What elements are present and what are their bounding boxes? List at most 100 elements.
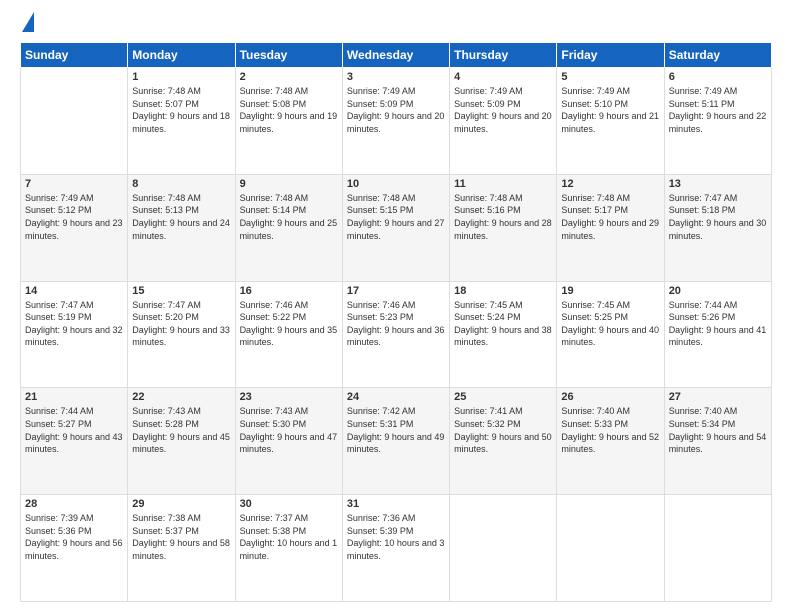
day-number: 5 [561, 71, 659, 83]
day-number: 7 [25, 178, 123, 190]
day-info: Sunrise: 7:47 AMSunset: 5:19 PMDaylight:… [25, 299, 123, 349]
day-cell: 31 Sunrise: 7:36 AMSunset: 5:39 PMDayligh… [342, 495, 449, 602]
day-number: 4 [454, 71, 552, 83]
weekday-header-monday: Monday [128, 43, 235, 68]
day-number: 17 [347, 285, 445, 297]
day-number: 20 [669, 285, 767, 297]
day-info: Sunrise: 7:43 AMSunset: 5:28 PMDaylight:… [132, 405, 230, 455]
day-cell: 30Sunrise: 7:37 AMSunset: 5:38 PMDayligh… [235, 495, 342, 602]
header [20, 16, 772, 32]
day-number: 13 [669, 178, 767, 190]
day-info: Sunrise: 7:40 AMSunset: 5:33 PMDaylight:… [561, 405, 659, 455]
day-cell: 26 Sunrise: 7:40 AMSunset: 5:33 PMDayligh… [557, 388, 664, 495]
day-number: 24 [347, 391, 445, 403]
day-number: 27 [669, 391, 767, 403]
day-cell: 5Sunrise: 7:49 AMSunset: 5:10 PMDaylight… [557, 68, 664, 175]
day-info: Sunrise: 7:42 AMSunset: 5:31 PMDaylight:… [347, 405, 445, 455]
day-number: 15 [132, 285, 230, 297]
day-cell [21, 68, 128, 175]
day-cell: 29Sunrise: 7:38 AMSunset: 5:37 PMDayligh… [128, 495, 235, 602]
page: SundayMondayTuesdayWednesdayThursdayFrid… [0, 0, 792, 612]
week-row-4: 28Sunrise: 7:39 AMSunset: 5:36 PMDayligh… [21, 495, 772, 602]
day-number: 14 [25, 285, 123, 297]
weekday-header-thursday: Thursday [450, 43, 557, 68]
day-cell: 8 Sunrise: 7:48 AMSunset: 5:13 PMDaylight… [128, 174, 235, 281]
day-number: 25 [454, 391, 552, 403]
day-number: 19 [561, 285, 659, 297]
day-number: 26 [561, 391, 659, 403]
day-number: 16 [240, 285, 338, 297]
logo [20, 16, 34, 32]
day-cell: 14 Sunrise: 7:47 AMSunset: 5:19 PMDayligh… [21, 281, 128, 388]
day-info: Sunrise: 7:49 AMSunset: 5:09 PMDaylight:… [454, 85, 552, 135]
day-number: 11 [454, 178, 552, 190]
day-info: Sunrise: 7:40 AMSunset: 5:34 PMDaylight:… [669, 405, 767, 455]
week-row-0: 1 Sunrise: 7:48 AMSunset: 5:07 PMDaylight… [21, 68, 772, 175]
day-cell: 4 Sunrise: 7:49 AMSunset: 5:09 PMDaylight… [450, 68, 557, 175]
day-cell: 9 Sunrise: 7:48 AMSunset: 5:14 PMDaylight… [235, 174, 342, 281]
day-cell: 19 Sunrise: 7:45 AMSunset: 5:25 PMDayligh… [557, 281, 664, 388]
day-cell: 28Sunrise: 7:39 AMSunset: 5:36 PMDayligh… [21, 495, 128, 602]
day-cell [450, 495, 557, 602]
day-number: 6 [669, 71, 767, 83]
week-row-2: 14 Sunrise: 7:47 AMSunset: 5:19 PMDayligh… [21, 281, 772, 388]
day-number: 22 [132, 391, 230, 403]
day-number: 29 [132, 498, 230, 510]
day-cell: 17 Sunrise: 7:46 AMSunset: 5:23 PMDayligh… [342, 281, 449, 388]
day-info: Sunrise: 7:45 AMSunset: 5:25 PMDaylight:… [561, 299, 659, 349]
weekday-header-tuesday: Tuesday [235, 43, 342, 68]
day-info: Sunrise: 7:47 AMSunset: 5:20 PMDaylight:… [132, 299, 230, 349]
day-number: 21 [25, 391, 123, 403]
day-info: Sunrise: 7:48 AMSunset: 5:07 PMDaylight:… [132, 85, 230, 135]
day-info: Sunrise: 7:48 AMSunset: 5:14 PMDaylight:… [240, 192, 338, 242]
day-cell: 6Sunrise: 7:49 AMSunset: 5:11 PMDaylight… [664, 68, 771, 175]
logo-triangle-icon [22, 12, 34, 32]
day-cell [557, 495, 664, 602]
week-row-1: 7 Sunrise: 7:49 AMSunset: 5:12 PMDaylight… [21, 174, 772, 281]
day-number: 10 [347, 178, 445, 190]
day-cell: 11Sunrise: 7:48 AMSunset: 5:16 PMDayligh… [450, 174, 557, 281]
day-cell: 15 Sunrise: 7:47 AMSunset: 5:20 PMDayligh… [128, 281, 235, 388]
day-number: 3 [347, 71, 445, 83]
day-number: 8 [132, 178, 230, 190]
day-cell: 18 Sunrise: 7:45 AMSunset: 5:24 PMDayligh… [450, 281, 557, 388]
day-info: Sunrise: 7:46 AMSunset: 5:22 PMDaylight:… [240, 299, 338, 349]
day-cell: 7 Sunrise: 7:49 AMSunset: 5:12 PMDaylight… [21, 174, 128, 281]
day-info: Sunrise: 7:47 AMSunset: 5:18 PMDaylight:… [669, 192, 767, 242]
day-cell: 1 Sunrise: 7:48 AMSunset: 5:07 PMDaylight… [128, 68, 235, 175]
day-cell [664, 495, 771, 602]
day-cell: 12 Sunrise: 7:48 AMSunset: 5:17 PMDayligh… [557, 174, 664, 281]
weekday-header-saturday: Saturday [664, 43, 771, 68]
calendar-body: 1 Sunrise: 7:48 AMSunset: 5:07 PMDaylight… [21, 68, 772, 602]
day-info: Sunrise: 7:39 AMSunset: 5:36 PMDaylight:… [25, 512, 123, 562]
day-cell: 21 Sunrise: 7:44 AMSunset: 5:27 PMDayligh… [21, 388, 128, 495]
calendar-table: SundayMondayTuesdayWednesdayThursdayFrid… [20, 42, 772, 602]
day-cell: 20Sunrise: 7:44 AMSunset: 5:26 PMDayligh… [664, 281, 771, 388]
day-info: Sunrise: 7:46 AMSunset: 5:23 PMDaylight:… [347, 299, 445, 349]
day-info: Sunrise: 7:49 AMSunset: 5:12 PMDaylight:… [25, 192, 123, 242]
day-cell: 25 Sunrise: 7:41 AMSunset: 5:32 PMDayligh… [450, 388, 557, 495]
weekday-header-friday: Friday [557, 43, 664, 68]
day-info: Sunrise: 7:43 AMSunset: 5:30 PMDaylight:… [240, 405, 338, 455]
day-number: 31 [347, 498, 445, 510]
day-number: 1 [132, 71, 230, 83]
day-info: Sunrise: 7:48 AMSunset: 5:17 PMDaylight:… [561, 192, 659, 242]
weekday-header-row: SundayMondayTuesdayWednesdayThursdayFrid… [21, 43, 772, 68]
day-number: 30 [240, 498, 338, 510]
day-cell: 10 Sunrise: 7:48 AMSunset: 5:15 PMDayligh… [342, 174, 449, 281]
day-info: Sunrise: 7:44 AMSunset: 5:27 PMDaylight:… [25, 405, 123, 455]
day-info: Sunrise: 7:48 AMSunset: 5:15 PMDaylight:… [347, 192, 445, 242]
day-info: Sunrise: 7:36 AMSunset: 5:39 PMDaylight:… [347, 512, 445, 562]
day-cell: 23Sunrise: 7:43 AMSunset: 5:30 PMDayligh… [235, 388, 342, 495]
day-number: 9 [240, 178, 338, 190]
weekday-header-wednesday: Wednesday [342, 43, 449, 68]
day-info: Sunrise: 7:41 AMSunset: 5:32 PMDaylight:… [454, 405, 552, 455]
day-number: 18 [454, 285, 552, 297]
day-number: 12 [561, 178, 659, 190]
day-info: Sunrise: 7:48 AMSunset: 5:13 PMDaylight:… [132, 192, 230, 242]
day-cell: 16 Sunrise: 7:46 AMSunset: 5:22 PMDayligh… [235, 281, 342, 388]
day-cell: 3 Sunrise: 7:49 AMSunset: 5:09 PMDaylight… [342, 68, 449, 175]
day-info: Sunrise: 7:48 AMSunset: 5:08 PMDaylight:… [240, 85, 338, 135]
day-info: Sunrise: 7:45 AMSunset: 5:24 PMDaylight:… [454, 299, 552, 349]
day-info: Sunrise: 7:49 AMSunset: 5:09 PMDaylight:… [347, 85, 445, 135]
